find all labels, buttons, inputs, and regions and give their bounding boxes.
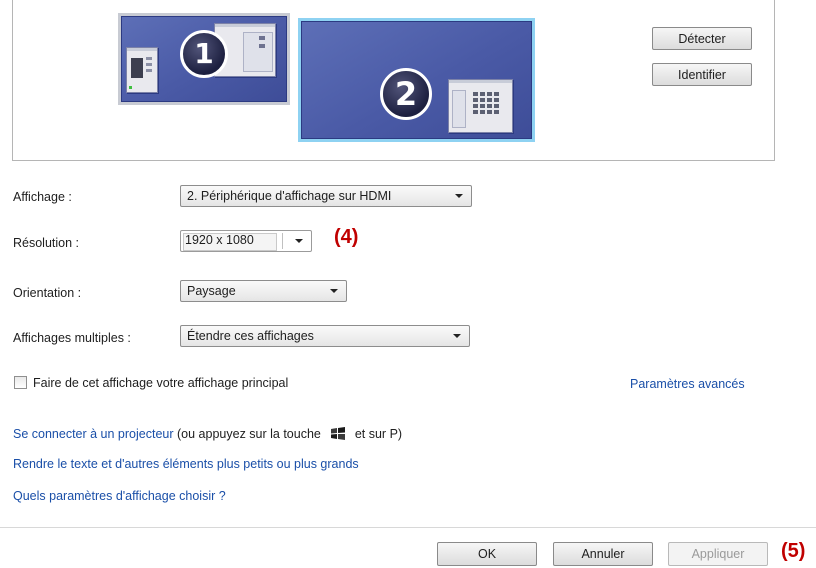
detect-button[interactable]: Détecter xyxy=(652,27,752,50)
chevron-down-icon xyxy=(453,334,461,338)
text-size-link[interactable]: Rendre le texte et d'autres éléments plu… xyxy=(13,457,359,471)
display-value: 2. Périphérique d'affichage sur HDMI xyxy=(187,189,392,203)
multiple-displays-value: Étendre ces affichages xyxy=(187,329,314,343)
orientation-label: Orientation : xyxy=(13,286,82,300)
primary-display-checkbox[interactable] xyxy=(14,376,27,389)
resolution-value: 1920 x 1080 xyxy=(185,233,254,247)
annotation-step-5: (5) xyxy=(781,540,806,562)
window-thumbnail-icon xyxy=(448,79,513,133)
which-settings-link[interactable]: Quels paramètres d'affichage choisir ? xyxy=(13,489,226,503)
orientation-value: Paysage xyxy=(187,284,236,298)
display-label: Affichage : xyxy=(13,190,72,204)
chevron-down-icon xyxy=(330,289,338,293)
identify-button[interactable]: Identifier xyxy=(652,63,752,86)
cancel-button[interactable]: Annuler xyxy=(553,542,653,566)
projector-hint-text: (ou appuyez sur la touche xyxy=(177,427,321,441)
multiple-displays-dropdown[interactable]: Étendre ces affichages xyxy=(180,325,470,347)
chevron-down-icon xyxy=(455,194,463,198)
monitor-arrangement-panel: 1 2 Détecter Identifier xyxy=(12,0,775,161)
multiple-displays-label: Affichages multiples : xyxy=(13,331,131,345)
apply-button[interactable]: Appliquer xyxy=(668,542,768,566)
advanced-settings-link[interactable]: Paramètres avancés xyxy=(630,377,745,391)
resolution-dropdown[interactable]: 1920 x 1080 xyxy=(180,230,312,252)
window-thumbnail-icon xyxy=(126,47,158,93)
display-dropdown[interactable]: 2. Périphérique d'affichage sur HDMI xyxy=(180,185,472,207)
monitor-number-2: 2 xyxy=(380,68,432,120)
annotation-step-4: (4) xyxy=(334,226,359,248)
orientation-dropdown[interactable]: Paysage xyxy=(180,280,347,302)
divider xyxy=(0,527,816,528)
resolution-label: Résolution : xyxy=(13,236,80,250)
connect-projector-link[interactable]: Se connecter à un projecteur xyxy=(13,427,174,441)
windows-logo-icon xyxy=(330,427,346,440)
projector-hint-text-end: et sur P) xyxy=(354,427,403,441)
monitor-number-1: 1 xyxy=(180,30,228,78)
monitor-2[interactable]: 2 xyxy=(298,18,535,142)
chevron-down-icon xyxy=(295,239,303,243)
projector-line: Se connecter à un projecteur (ou appuyez… xyxy=(13,425,402,441)
ok-button[interactable]: OK xyxy=(437,542,537,566)
monitor-1[interactable]: 1 xyxy=(118,13,290,105)
primary-display-checkbox-label[interactable]: Faire de cet affichage votre affichage p… xyxy=(33,376,288,390)
